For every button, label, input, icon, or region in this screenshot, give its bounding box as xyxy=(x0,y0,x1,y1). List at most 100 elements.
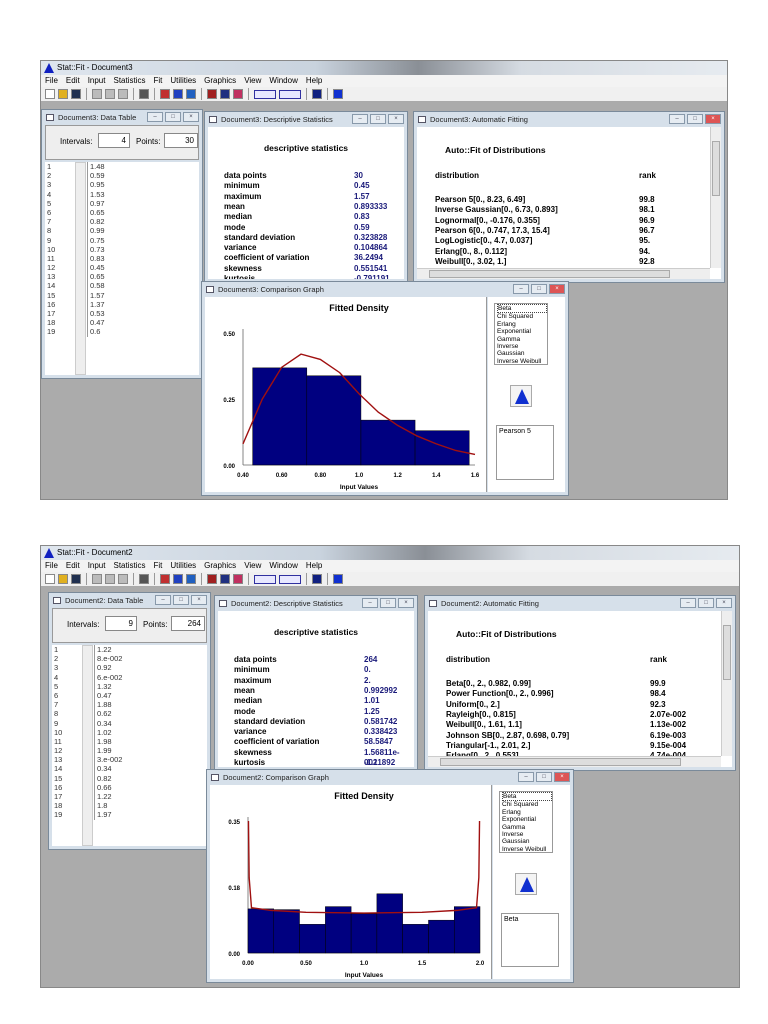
table-row[interactable]: 3 0.95 xyxy=(45,180,199,190)
table-row[interactable]: 16 1.37 xyxy=(45,299,199,310)
distribution-row[interactable]: Weibull[0., 1.61, 1.1] 1.13e-002 xyxy=(446,720,718,730)
table-row[interactable]: 8 0.62 xyxy=(52,709,207,719)
distribution-option[interactable]: Erlang xyxy=(497,321,547,328)
distribution-option[interactable]: Chi Squared xyxy=(497,313,547,320)
row-value[interactable]: 1.98 xyxy=(94,736,112,747)
fit-distribution-button[interactable] xyxy=(510,385,532,407)
minimize-button[interactable]: – xyxy=(155,595,171,605)
selected-distributions-box[interactable]: Pearson 5 xyxy=(496,425,554,480)
minimize-button[interactable]: – xyxy=(518,772,534,782)
table-row[interactable]: 12 1.99 xyxy=(52,746,207,756)
table-row[interactable]: 14 0.58 xyxy=(45,281,199,291)
row-value[interactable]: 1.32 xyxy=(94,681,112,691)
table-row[interactable]: 18 0.47 xyxy=(45,318,199,328)
row-value[interactable]: 0.82 xyxy=(94,773,112,783)
minimize-button[interactable]: – xyxy=(147,112,163,122)
row-value[interactable]: 0.83 xyxy=(87,253,105,264)
selected-distribution[interactable]: Beta xyxy=(504,916,556,923)
distribution-row[interactable]: Pearson 6[0., 0.747, 17.3, 15.4] 96.7 xyxy=(435,226,707,236)
menu-help[interactable]: Help xyxy=(306,75,322,87)
menu-view[interactable]: View xyxy=(244,75,261,87)
table-row[interactable]: 18 1.8 xyxy=(52,801,207,811)
row-value[interactable]: 0.97 xyxy=(87,198,105,208)
distribution-option[interactable]: Beta xyxy=(502,792,552,802)
fit-distribution-button[interactable] xyxy=(515,873,537,895)
statistics-icon[interactable] xyxy=(173,89,183,99)
maximize-button[interactable]: □ xyxy=(698,598,714,608)
input-options-icon[interactable] xyxy=(160,89,170,99)
distribution-listbox[interactable]: Beta Chi Squared Erlang Exponential Gamma Inv… xyxy=(499,791,553,853)
distribution-option[interactable]: Beta xyxy=(497,304,547,314)
row-value[interactable]: 0.59 xyxy=(87,171,105,181)
table-row[interactable]: 10 0.73 xyxy=(45,244,199,254)
close-button[interactable]: × xyxy=(398,598,414,608)
comparison-graph-window-titlebar[interactable]: Document2: Comparison Graph – □ × xyxy=(210,770,570,785)
menu-window[interactable]: Window xyxy=(269,75,297,87)
menu-edit[interactable]: Edit xyxy=(66,560,80,572)
row-value[interactable]: 0.62 xyxy=(94,709,112,719)
selected-distributions-box[interactable]: Beta xyxy=(501,913,559,967)
row-value[interactable]: 0.92 xyxy=(94,663,112,673)
row-value[interactable]: 1.02 xyxy=(94,727,112,737)
statistics-icon[interactable] xyxy=(173,574,183,584)
table-row[interactable]: 11 1.98 xyxy=(52,736,207,747)
minimize-button[interactable]: – xyxy=(680,598,696,608)
maximize-button[interactable]: □ xyxy=(370,114,386,124)
menu-fit[interactable]: Fit xyxy=(154,560,163,572)
distribution-row[interactable]: LogLogistic[0., 4.7, 0.037] 95. xyxy=(435,236,707,246)
menu-statistics[interactable]: Statistics xyxy=(113,560,145,572)
row-value[interactable]: 0.34 xyxy=(94,764,112,774)
distribution-option[interactable]: Inverse Weibull xyxy=(502,846,552,852)
autofit-icon[interactable] xyxy=(333,574,343,584)
selected-distribution[interactable]: Pearson 5 xyxy=(499,428,551,435)
row-value[interactable]: 0.66 xyxy=(94,782,112,793)
horizontal-scrollbar[interactable] xyxy=(417,268,710,279)
scroll-thumb[interactable] xyxy=(440,758,681,766)
save-icon[interactable] xyxy=(71,89,81,99)
table-row[interactable]: 9 0.34 xyxy=(52,718,207,728)
table-row[interactable]: 9 0.75 xyxy=(45,235,199,245)
distribution-option[interactable]: Inverse Gaussian xyxy=(502,831,552,846)
row-value[interactable]: 0.65 xyxy=(87,207,105,218)
row-value[interactable]: 1.22 xyxy=(94,792,112,802)
open-folder-icon[interactable] xyxy=(58,574,68,584)
input-options-icon[interactable] xyxy=(160,574,170,584)
cut-icon[interactable] xyxy=(92,89,102,99)
points-input[interactable]: 30 xyxy=(164,133,198,148)
menu-fit[interactable]: Fit xyxy=(154,75,163,87)
row-value[interactable]: 8.e-002 xyxy=(94,654,122,664)
descriptive-statistics-window-titlebar[interactable]: Document2: Descriptive Statistics – □ × xyxy=(218,596,414,611)
row-value[interactable]: 0.47 xyxy=(94,690,112,701)
print-icon[interactable] xyxy=(139,574,149,584)
maximize-button[interactable]: □ xyxy=(536,772,552,782)
distribution-row[interactable]: Power Function[0., 2., 0.996] 98.4 xyxy=(446,689,718,699)
row-value[interactable]: 1.37 xyxy=(87,299,105,310)
distribution-row[interactable]: Erlang[0., 8., 0.112] 94. xyxy=(435,247,707,257)
automatic-fitting-window-titlebar[interactable]: Document3: Automatic Fitting – □ × xyxy=(417,112,721,127)
close-button[interactable]: × xyxy=(716,598,732,608)
maximize-button[interactable]: □ xyxy=(687,114,703,124)
goodness-of-fit-icon[interactable] xyxy=(220,89,230,99)
maximize-button[interactable]: □ xyxy=(380,598,396,608)
minimize-button[interactable]: – xyxy=(669,114,685,124)
maximize-button[interactable]: □ xyxy=(173,595,189,605)
intervals-input[interactable]: 9 xyxy=(105,616,137,631)
row-value[interactable]: 0.75 xyxy=(87,235,105,245)
table-row[interactable]: 13 0.65 xyxy=(45,272,199,282)
copy-icon[interactable] xyxy=(105,89,115,99)
distribution-option[interactable]: Inverse Weibull xyxy=(497,358,547,364)
horizontal-scrollbar[interactable] xyxy=(428,756,721,767)
distribution-row[interactable]: Inverse Gaussian[0., 6.73, 0.893] 98.1 xyxy=(435,205,707,215)
cut-icon[interactable] xyxy=(92,574,102,584)
histogram-icon[interactable] xyxy=(186,574,196,584)
scroll-thumb[interactable] xyxy=(712,141,720,196)
row-value[interactable]: 0.99 xyxy=(87,226,105,236)
distribution-option[interactable]: Gamma xyxy=(497,336,547,343)
vertical-scrollbar[interactable] xyxy=(710,127,721,268)
distribution-row[interactable]: Triangular[-1., 2.01, 2.] 9.15e-004 xyxy=(446,741,718,751)
table-row[interactable]: 3 0.92 xyxy=(52,663,207,673)
table-row[interactable]: 8 0.99 xyxy=(45,226,199,236)
distribution-graph-icon[interactable] xyxy=(312,89,322,99)
data-table-window-titlebar[interactable]: Document3: Data Table – □ × xyxy=(45,110,199,125)
table-row[interactable]: 1 1.22 xyxy=(52,645,207,655)
